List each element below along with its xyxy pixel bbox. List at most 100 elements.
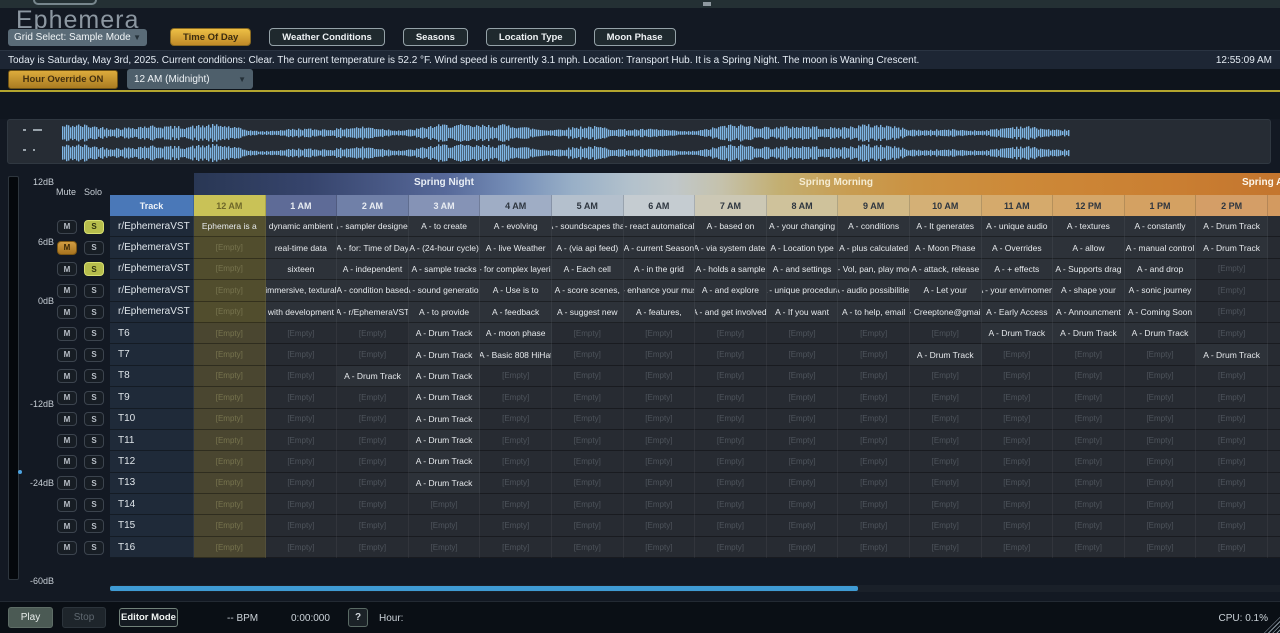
tab-time-of-day[interactable]: Time Of Day	[170, 28, 251, 46]
grid-cell[interactable]: A - condition based	[337, 280, 409, 301]
grid-cell-empty[interactable]	[1268, 237, 1280, 258]
tab-seasons[interactable]: Seasons	[403, 28, 468, 46]
grid-cell-empty[interactable]: [Empty]	[266, 473, 338, 494]
grid-cell-empty[interactable]: [Empty]	[695, 537, 767, 558]
grid-cell[interactable]: A - attack, release	[910, 259, 982, 280]
grid-cell[interactable]: A - features,	[624, 302, 696, 323]
grid-cell-empty[interactable]: [Empty]	[266, 409, 338, 430]
grid-cell-empty[interactable]	[1268, 515, 1280, 536]
grid-cell-empty[interactable]: [Empty]	[552, 537, 624, 558]
solo-button-row-5[interactable]: S	[84, 305, 104, 319]
mute-button-row-8[interactable]: M	[57, 369, 77, 383]
grid-cell-empty[interactable]: [Empty]	[194, 259, 266, 280]
grid-cell-empty[interactable]: [Empty]	[767, 537, 839, 558]
grid-cell-empty[interactable]	[1268, 366, 1280, 387]
waveform-display[interactable]	[7, 119, 1271, 164]
grid-cell-empty[interactable]: [Empty]	[910, 387, 982, 408]
grid-cell-empty[interactable]: [Empty]	[982, 537, 1054, 558]
grid-cell[interactable]: A - Coming Soon	[1125, 302, 1197, 323]
grid-cell-empty[interactable]: [Empty]	[1125, 473, 1197, 494]
grid-cell[interactable]: A - Drum Track	[982, 323, 1054, 344]
track-name[interactable]: T7	[110, 344, 194, 365]
grid-cell[interactable]: A - sample tracks	[409, 259, 481, 280]
grid-cell[interactable]: A - to provide	[409, 302, 481, 323]
grid-cell-empty[interactable]: [Empty]	[695, 344, 767, 365]
grid-cell-empty[interactable]: [Empty]	[910, 323, 982, 344]
solo-button-row-12[interactable]: S	[84, 455, 104, 469]
grid-cell-empty[interactable]: [Empty]	[1125, 451, 1197, 472]
grid-cell[interactable]: A - your envirnoment	[982, 280, 1054, 301]
mute-button-row-1[interactable]: M	[57, 220, 77, 234]
mute-button-row-15[interactable]: M	[57, 519, 77, 533]
grid-cell-empty[interactable]: [Empty]	[1053, 451, 1125, 472]
grid-cell[interactable]: A - evolving	[480, 216, 552, 237]
grid-cell[interactable]: A - sonic journey	[1125, 280, 1197, 301]
grid-cell-empty[interactable]: [Empty]	[982, 451, 1054, 472]
grid-cell-empty[interactable]: [Empty]	[838, 515, 910, 536]
grid-cell-empty[interactable]: [Empty]	[624, 387, 696, 408]
editor-mode-button[interactable]: Editor Mode	[119, 608, 178, 627]
hour-header-selected[interactable]: 12 AM	[194, 195, 266, 216]
grid-cell-empty[interactable]: [Empty]	[1196, 451, 1268, 472]
grid-cell-empty[interactable]: [Empty]	[552, 515, 624, 536]
grid-cell[interactable]: A - Drum Track	[409, 387, 481, 408]
grid-cell-empty[interactable]: [Empty]	[1196, 323, 1268, 344]
grid-cell-empty[interactable]: [Empty]	[1196, 387, 1268, 408]
grid-cell[interactable]: A - sampler designed	[337, 216, 409, 237]
tab-location-type[interactable]: Location Type	[486, 28, 576, 46]
grid-cell-empty[interactable]: [Empty]	[194, 366, 266, 387]
grid-cell-empty[interactable]: [Empty]	[982, 494, 1054, 515]
grid-cell-empty[interactable]: [Empty]	[266, 451, 338, 472]
tab-moon-phase[interactable]: Moon Phase	[594, 28, 676, 46]
grid-cell[interactable]: A - Drum Track	[1053, 323, 1125, 344]
grid-cell-empty[interactable]	[1268, 473, 1280, 494]
grid-cell[interactable]: A - conditions	[838, 216, 910, 237]
grid-cell[interactable]: A - live Weather	[480, 237, 552, 258]
grid-cell-empty[interactable]: [Empty]	[1196, 259, 1268, 280]
grid-cell-empty[interactable]: [Empty]	[552, 473, 624, 494]
grid-cell-empty[interactable]: [Empty]	[1053, 515, 1125, 536]
grid-cell-empty[interactable]: [Empty]	[1053, 344, 1125, 365]
grid-cell[interactable]: A - soundscapes that	[552, 216, 624, 237]
grid-cell-empty[interactable]	[1268, 387, 1280, 408]
grid-cell-empty[interactable]: [Empty]	[910, 451, 982, 472]
grid-cell-empty[interactable]: [Empty]	[838, 537, 910, 558]
grid-cell-empty[interactable]: [Empty]	[1125, 494, 1197, 515]
grid-cell-empty[interactable]: [Empty]	[1053, 366, 1125, 387]
grid-cell-empty[interactable]: [Empty]	[695, 494, 767, 515]
grid-cell[interactable]: A - Use is to	[480, 280, 552, 301]
grid-cell-empty[interactable]: [Empty]	[194, 537, 266, 558]
track-name[interactable]: r/EphemeraVST	[110, 302, 194, 323]
track-name[interactable]: T14	[110, 494, 194, 515]
grid-cell[interactable]: A - Drum Track	[1196, 216, 1268, 237]
stop-button[interactable]: Stop	[62, 607, 106, 628]
grid-cell-empty[interactable]: [Empty]	[767, 473, 839, 494]
grid-cell[interactable]: A - Drum Track	[409, 366, 481, 387]
grid-cell-empty[interactable]: [Empty]	[910, 409, 982, 430]
grid-cell-empty[interactable]: [Empty]	[552, 451, 624, 472]
solo-button-row-9[interactable]: S	[84, 391, 104, 405]
grid-cell[interactable]: A - sound generation	[409, 280, 481, 301]
mute-button-row-11[interactable]: M	[57, 434, 77, 448]
grid-cell-empty[interactable]: [Empty]	[552, 494, 624, 515]
grid-cell-empty[interactable]: [Empty]	[266, 515, 338, 536]
grid-cell[interactable]: A - (24-hour cycle)	[409, 237, 481, 258]
grid-cell-empty[interactable]: [Empty]	[194, 323, 266, 344]
grid-cell[interactable]: A - Drum Track	[409, 451, 481, 472]
grid-cell-empty[interactable]: [Empty]	[767, 451, 839, 472]
grid-cell-empty[interactable]: [Empty]	[552, 366, 624, 387]
grid-cell-empty[interactable]	[1268, 302, 1280, 323]
grid-cell-empty[interactable]: [Empty]	[1125, 387, 1197, 408]
grid-cell[interactable]: A - for complex layering	[480, 259, 552, 280]
grid-cell-empty[interactable]: [Empty]	[552, 323, 624, 344]
grid-cell-empty[interactable]: [Empty]	[1125, 409, 1197, 430]
grid-cell-empty[interactable]: [Empty]	[194, 473, 266, 494]
grid-cell-empty[interactable]: [Empty]	[1125, 366, 1197, 387]
track-name[interactable]: r/EphemeraVST	[110, 259, 194, 280]
grid-cell[interactable]: A - to create	[409, 216, 481, 237]
grid-cell-empty[interactable]: [Empty]	[337, 409, 409, 430]
horizontal-scrollbar[interactable]	[110, 585, 1280, 592]
track-name[interactable]: T12	[110, 451, 194, 472]
grid-cell[interactable]: A - shape your	[1053, 280, 1125, 301]
grid-cell-empty[interactable]: [Empty]	[409, 494, 481, 515]
